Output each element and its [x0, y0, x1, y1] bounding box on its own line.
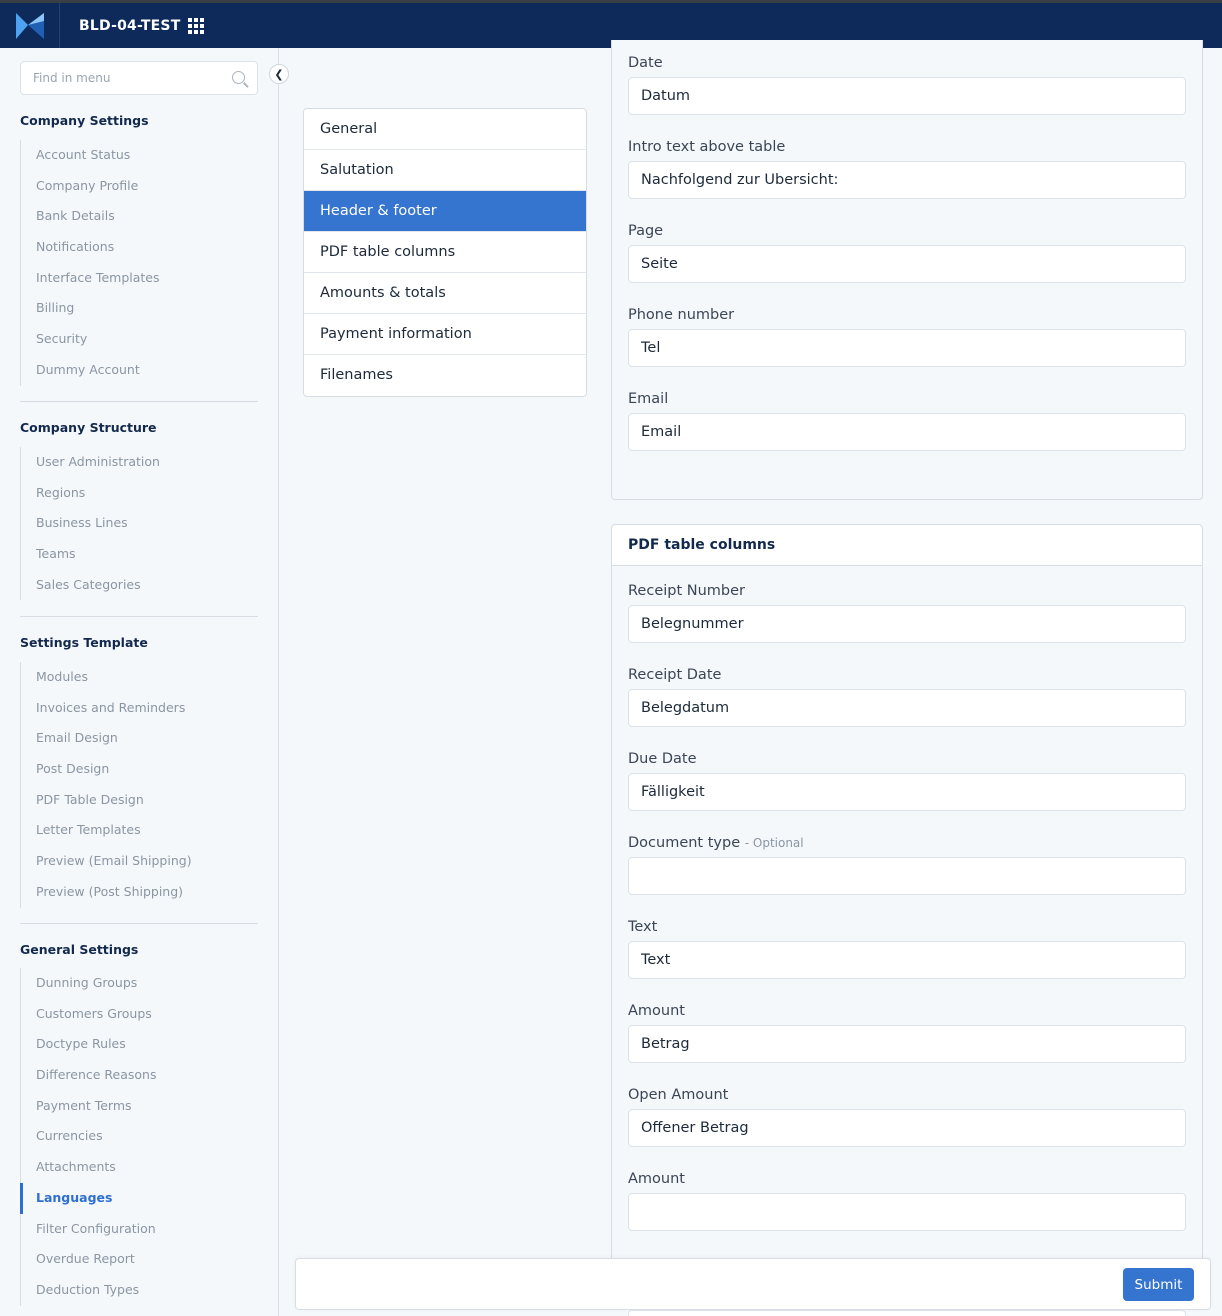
tab-filenames[interactable]: Filenames [304, 355, 586, 396]
divider [20, 401, 258, 402]
sidebar-item-doctype-rules[interactable]: Doctype Rules [21, 1029, 156, 1060]
sidebar-item-difference-reasons[interactable]: Difference Reasons [21, 1060, 156, 1091]
sidebar-item-interface-templates[interactable]: Interface Templates [21, 263, 160, 294]
receipt-date-field[interactable] [628, 689, 1186, 727]
field-label-document-type: Document type - Optional [628, 835, 1202, 857]
sidebar-item-payment-terms[interactable]: Payment Terms [21, 1091, 156, 1122]
amount-field-2[interactable] [628, 1193, 1186, 1231]
field-label-intro-text: Intro text above table [628, 139, 786, 155]
sidebar-item-account-status[interactable]: Account Status [21, 140, 160, 171]
divider [20, 616, 258, 617]
receipt-number-field[interactable] [628, 605, 1186, 643]
field-label-due-date: Due Date [628, 751, 697, 767]
document-type-field[interactable] [628, 857, 1186, 895]
sidebar-item-email-design[interactable]: Email Design [21, 723, 192, 754]
app-title[interactable]: BLD-04-TEST [79, 18, 180, 34]
sidebar-item-teams[interactable]: Teams [21, 539, 160, 570]
field-label-open-amount: Open Amount [628, 1087, 729, 1103]
field-label-page: Page [628, 223, 664, 239]
search-input[interactable] [21, 62, 221, 94]
sidebar: Company Settings Account Status Company … [0, 48, 279, 1316]
field-label-date: Date [628, 55, 663, 71]
section-title-company-structure: Company Structure [20, 420, 157, 435]
intro-text-field[interactable] [628, 161, 1186, 199]
sidebar-item-attachments[interactable]: Attachments [21, 1152, 156, 1183]
menu-group-settings-template: Modules Invoices and Reminders Email Des… [20, 662, 192, 908]
sidebar-item-dunning-groups[interactable]: Dunning Groups [21, 968, 156, 999]
sidebar-item-invoices-and-reminders[interactable]: Invoices and Reminders [21, 693, 192, 724]
tab-pdf-table-columns[interactable]: PDF table columns [304, 232, 586, 273]
field-label-phone-number: Phone number [628, 307, 735, 323]
settings-tabs: General Salutation Header & footer PDF t… [303, 108, 587, 397]
menu-group-company-structure: User Administration Regions Business Lin… [20, 447, 160, 601]
sidebar-item-sales-categories[interactable]: Sales Categories [21, 570, 160, 601]
apps-grid-icon[interactable] [188, 17, 205, 34]
field-label-amount: Amount [628, 1003, 685, 1019]
tab-amounts-totals[interactable]: Amounts & totals [304, 273, 586, 314]
submit-button[interactable]: Submit [1123, 1268, 1194, 1301]
page-field[interactable] [628, 245, 1186, 283]
field-label-text: Text [628, 919, 658, 935]
sidebar-item-pdf-table-design[interactable]: PDF Table Design [21, 785, 192, 816]
sidebar-item-security[interactable]: Security [21, 324, 160, 355]
search-icon[interactable] [232, 71, 245, 84]
sidebar-item-overdue-report[interactable]: Overdue Report [21, 1244, 156, 1275]
open-amount-field[interactable] [628, 1109, 1186, 1147]
header-footer-panel: Date Intro text above table Page Phone n… [611, 40, 1203, 500]
sidebar-item-currencies[interactable]: Currencies [21, 1121, 156, 1152]
section-title-company-settings: Company Settings [20, 113, 149, 128]
sidebar-item-preview-email-shipping[interactable]: Preview (Email Shipping) [21, 846, 192, 877]
sidebar-item-regions[interactable]: Regions [21, 478, 160, 509]
sidebar-item-dummy-account[interactable]: Dummy Account [21, 355, 160, 386]
sidebar-item-letter-templates[interactable]: Letter Templates [21, 815, 192, 846]
sidebar-item-deduction-types[interactable]: Deduction Types [21, 1275, 156, 1306]
section-title-general-settings: General Settings [20, 942, 139, 957]
sidebar-item-customers-groups[interactable]: Customers Groups [21, 999, 156, 1030]
sidebar-item-company-profile[interactable]: Company Profile [21, 171, 160, 202]
due-date-field[interactable] [628, 773, 1186, 811]
divider [20, 923, 258, 924]
optional-hint: - Optional [744, 836, 804, 850]
section-title-settings-template: Settings Template [20, 635, 148, 650]
date-field[interactable] [628, 77, 1186, 115]
tab-payment-information[interactable]: Payment information [304, 314, 586, 355]
next-field-input[interactable] [628, 1310, 1186, 1316]
text-field[interactable] [628, 941, 1186, 979]
sidebar-item-languages[interactable]: Languages [20, 1182, 156, 1214]
sidebar-item-modules[interactable]: Modules [21, 662, 192, 693]
email-field[interactable] [628, 413, 1186, 451]
sidebar-item-post-design[interactable]: Post Design [21, 754, 192, 785]
sidebar-item-business-lines[interactable]: Business Lines [21, 508, 160, 539]
amount-field[interactable] [628, 1025, 1186, 1063]
collapse-sidebar-button[interactable]: ❮ [269, 64, 289, 84]
tab-header-footer[interactable]: Header & footer [304, 191, 586, 232]
menu-group-company-settings: Account Status Company Profile Bank Deta… [20, 140, 160, 386]
field-label-receipt-date: Receipt Date [628, 667, 722, 683]
panel-title: PDF table columns [612, 525, 1202, 566]
menu-search [20, 61, 258, 95]
sidebar-item-user-administration[interactable]: User Administration [21, 447, 160, 478]
menu-group-general-settings: Dunning Groups Customers Groups Doctype … [20, 968, 156, 1306]
field-label-amount-2: Amount [628, 1171, 685, 1187]
app-logo[interactable] [0, 3, 60, 48]
chevron-left-icon: ❮ [274, 67, 284, 81]
pdf-table-columns-panel: PDF table columns Receipt Number Receipt… [611, 524, 1203, 1284]
field-label-receipt-number: Receipt Number [628, 583, 746, 599]
field-label-email: Email [628, 391, 669, 407]
logo-icon [15, 12, 44, 39]
action-bar: Submit [295, 1258, 1211, 1310]
phone-number-field[interactable] [628, 329, 1186, 367]
sidebar-item-billing[interactable]: Billing [21, 293, 160, 324]
tab-salutation[interactable]: Salutation [304, 150, 586, 191]
sidebar-item-filter-configuration[interactable]: Filter Configuration [21, 1214, 156, 1245]
sidebar-item-preview-post-shipping[interactable]: Preview (Post Shipping) [21, 877, 192, 908]
sidebar-item-notifications[interactable]: Notifications [21, 232, 160, 263]
tab-general[interactable]: General [304, 109, 586, 150]
document-type-label-text: Document type [628, 835, 741, 851]
sidebar-item-bank-details[interactable]: Bank Details [21, 201, 160, 232]
